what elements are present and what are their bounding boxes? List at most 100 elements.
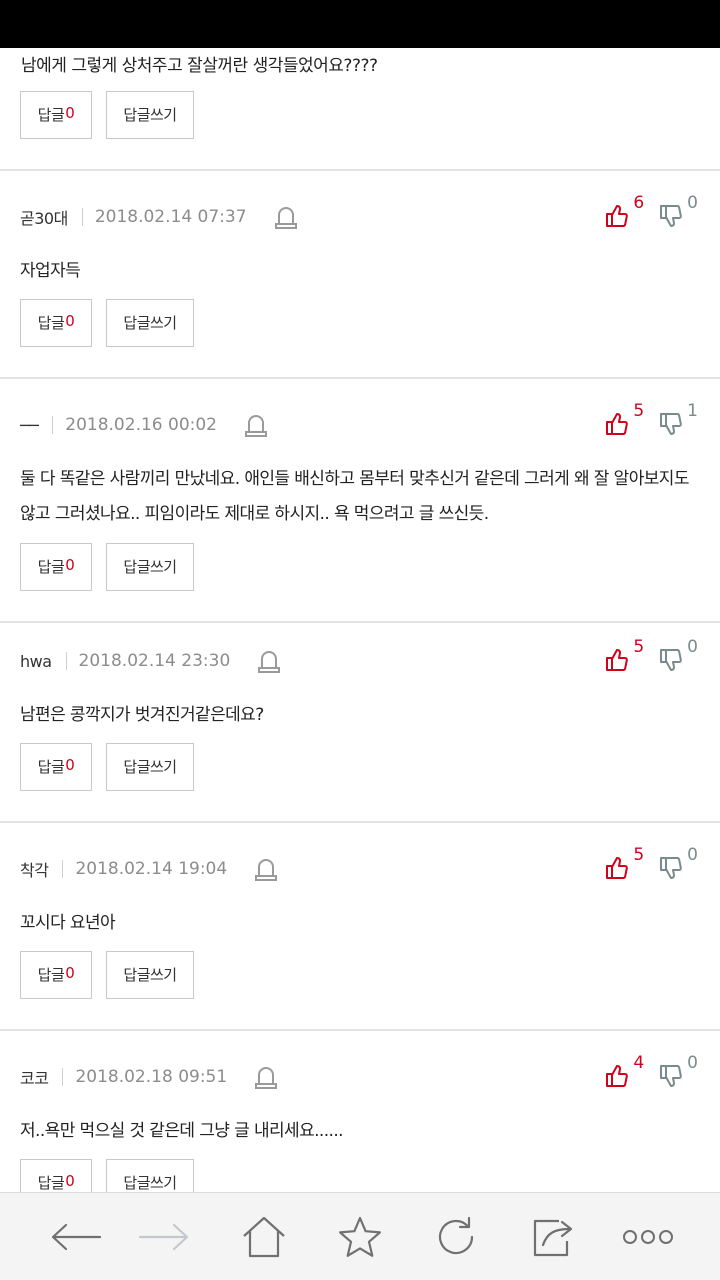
downvote-count: 0 bbox=[687, 1053, 698, 1073]
comment-text: 자업자득 bbox=[20, 261, 81, 281]
thumbs-up-icon bbox=[604, 845, 629, 885]
reply-button[interactable]: 답글 0 bbox=[20, 91, 92, 139]
more-icon[interactable] bbox=[620, 1213, 676, 1261]
write-reply-button[interactable]: 답글쓰기 bbox=[106, 1159, 194, 1192]
comment-actions: 답글 0 답글쓰기 bbox=[20, 1159, 194, 1192]
back-arrow-icon[interactable] bbox=[48, 1213, 104, 1261]
downvote-count: 0 bbox=[687, 845, 698, 865]
thumbs-up-icon bbox=[604, 193, 629, 233]
meta-separator bbox=[52, 416, 54, 434]
thumbs-down-icon bbox=[658, 193, 682, 233]
thumbs-down-icon bbox=[658, 1053, 682, 1093]
comment-author[interactable]: 곧30대 bbox=[20, 205, 68, 229]
comment-date: 2018.02.18 09:51 bbox=[75, 1067, 228, 1087]
comment-meta: hwa 2018.02.14 23:30 bbox=[20, 649, 281, 673]
upvote-count: 6 bbox=[633, 193, 645, 213]
reply-label: 답글 bbox=[37, 314, 65, 332]
downvote-button[interactable]: 0 bbox=[658, 193, 698, 233]
write-reply-button[interactable]: 답글쓰기 bbox=[106, 543, 194, 591]
comment-author[interactable]: hwa bbox=[20, 652, 52, 671]
comment-text: 꼬시다 요년아 bbox=[20, 913, 116, 933]
thumbs-up-icon bbox=[604, 1053, 629, 1093]
thumbs-down-icon bbox=[658, 401, 682, 441]
reply-button[interactable]: 답글 0 bbox=[20, 299, 92, 347]
downvote-button[interactable]: 0 bbox=[658, 1053, 698, 1093]
comment-date: 2018.02.14 07:37 bbox=[94, 207, 247, 227]
comment-meta: 착각 2018.02.14 19:04 bbox=[20, 857, 278, 881]
vote-group: 51 bbox=[604, 401, 698, 441]
comment-item: ── 2018.02.16 00:02 5 1 둘 다 똑같은 사람끼리 만났네요. 애… bbox=[0, 379, 720, 623]
forward-arrow-icon[interactable] bbox=[136, 1213, 192, 1261]
share-icon[interactable] bbox=[524, 1213, 580, 1261]
refresh-icon[interactable] bbox=[428, 1213, 484, 1261]
comment-actions: 답글 0 답글쓰기 bbox=[20, 91, 194, 139]
comment-author[interactable]: 착각 bbox=[20, 857, 49, 881]
comment-text: 남에게 그렇게 상처주고 잘살꺼란 생각들었어요???? bbox=[21, 56, 378, 76]
reply-count: 0 bbox=[65, 104, 75, 122]
reply-label: 답글 bbox=[37, 758, 65, 776]
comment-date: 2018.02.14 23:30 bbox=[78, 651, 231, 671]
reply-button[interactable]: 답글 0 bbox=[20, 1159, 92, 1192]
comment-meta: 코코 2018.02.18 09:51 bbox=[20, 1065, 278, 1089]
upvote-count: 5 bbox=[633, 845, 645, 865]
report-icon[interactable] bbox=[244, 649, 281, 673]
comment-actions: 답글 0 답글쓰기 bbox=[20, 543, 194, 591]
reply-button[interactable]: 답글 0 bbox=[20, 543, 92, 591]
comment-meta: ── 2018.02.16 00:02 bbox=[20, 413, 267, 437]
reply-count: 0 bbox=[65, 756, 75, 774]
comment-actions: 답글 0 답글쓰기 bbox=[20, 951, 194, 999]
reply-count: 0 bbox=[65, 556, 75, 574]
comment-item: 곧30대 2018.02.14 07:37 6 0 자업자득답글 0 답글쓰기 bbox=[0, 171, 720, 379]
comment-text: 남편은 콩깍지가 벗겨진거같은데요? bbox=[20, 705, 264, 725]
report-icon[interactable] bbox=[241, 857, 278, 881]
comment-date: 2018.02.16 00:02 bbox=[65, 415, 217, 435]
downvote-button[interactable]: 0 bbox=[658, 637, 698, 677]
comment-list[interactable]: 남에게 그렇게 상처주고 잘살꺼란 생각들었어요???? 답글 0 답글쓰기 곧3… bbox=[0, 48, 720, 1192]
comment-author[interactable]: 코코 bbox=[20, 1065, 49, 1089]
reply-button[interactable]: 답글 0 bbox=[20, 951, 92, 999]
upvote-button[interactable]: 6 bbox=[604, 193, 644, 233]
downvote-button[interactable]: 0 bbox=[658, 845, 698, 885]
comment-text: 둘 다 똑같은 사람끼리 만났네요. 애인들 배신하고 몸부터 맞추신거 같은데… bbox=[20, 469, 689, 524]
comment-actions: 답글 0 답글쓰기 bbox=[20, 299, 194, 347]
write-reply-button[interactable]: 답글쓰기 bbox=[106, 743, 194, 791]
reply-label: 답글 bbox=[37, 1174, 65, 1192]
comment-text: 저..욕만 먹으실 것 같은데 그냥 글 내리세요...... bbox=[20, 1121, 344, 1141]
report-icon[interactable] bbox=[231, 413, 267, 437]
comment-item: hwa 2018.02.14 23:30 5 0 남편은 콩깍지가 벗겨진거같은데요? 답… bbox=[0, 615, 720, 823]
upvote-button[interactable]: 5 bbox=[604, 845, 644, 885]
comment-item: 코코 2018.02.18 09:51 4 0 저..욕만 먹으실 것 같은데 그냥 글… bbox=[0, 1031, 720, 1192]
report-icon[interactable] bbox=[241, 1065, 278, 1089]
comment-author[interactable]: ── bbox=[20, 416, 39, 435]
upvote-button[interactable]: 5 bbox=[604, 637, 644, 677]
write-reply-button[interactable]: 답글쓰기 bbox=[106, 91, 194, 139]
reply-button[interactable]: 답글 0 bbox=[20, 743, 92, 791]
thumbs-down-icon bbox=[658, 845, 682, 885]
meta-separator bbox=[62, 1068, 64, 1086]
upvote-count: 5 bbox=[633, 637, 645, 657]
reply-count: 0 bbox=[65, 1172, 75, 1190]
reply-label: 답글 bbox=[37, 966, 65, 984]
vote-group: 40 bbox=[604, 1053, 698, 1093]
downvote-count: 0 bbox=[687, 637, 698, 657]
downvote-button[interactable]: 1 bbox=[658, 401, 698, 441]
meta-separator bbox=[62, 860, 64, 878]
upvote-button[interactable]: 5 bbox=[604, 401, 644, 441]
star-icon[interactable] bbox=[332, 1213, 388, 1261]
upvote-button[interactable]: 4 bbox=[604, 1053, 644, 1093]
home-icon[interactable] bbox=[236, 1213, 292, 1261]
thumbs-down-icon bbox=[658, 637, 682, 677]
comment-date: 2018.02.14 19:04 bbox=[75, 859, 228, 879]
meta-separator bbox=[81, 208, 83, 226]
downvote-count: 1 bbox=[687, 401, 698, 421]
reply-label: 답글 bbox=[37, 558, 65, 576]
browser-toolbar bbox=[0, 1192, 720, 1280]
reply-count: 0 bbox=[65, 964, 75, 982]
vote-group: 50 bbox=[604, 845, 698, 885]
write-reply-button[interactable]: 답글쓰기 bbox=[106, 951, 194, 999]
report-icon[interactable] bbox=[261, 205, 297, 229]
comment-actions: 답글 0 답글쓰기 bbox=[20, 743, 194, 791]
vote-group: 50 bbox=[604, 637, 698, 677]
write-reply-button[interactable]: 답글쓰기 bbox=[106, 299, 194, 347]
thumbs-up-icon bbox=[604, 401, 629, 441]
